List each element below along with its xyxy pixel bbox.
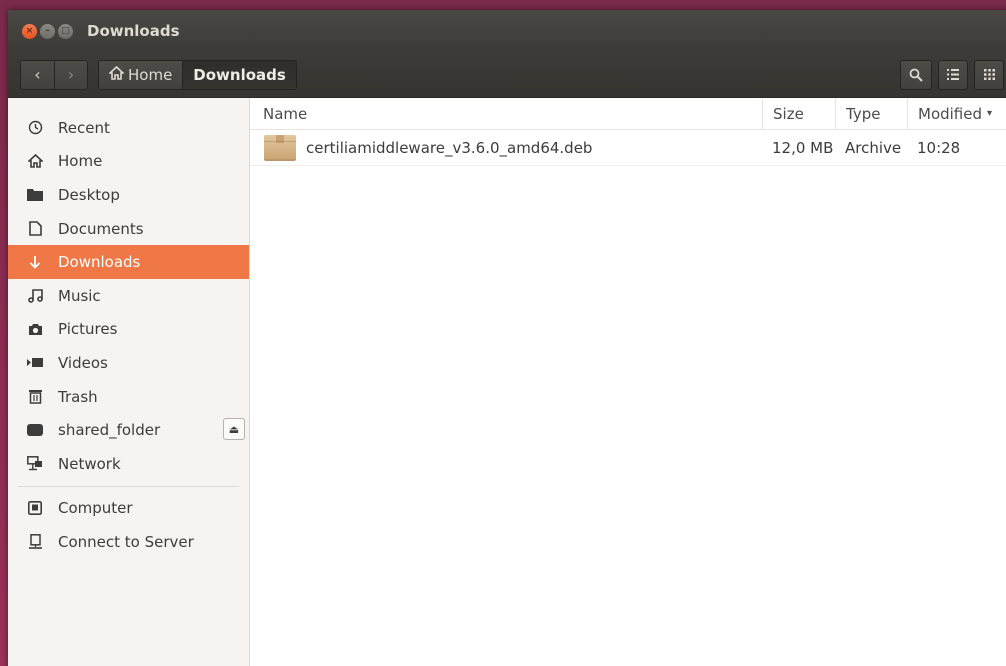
column-header-name[interactable]: Name bbox=[250, 98, 762, 129]
toolbar: ‹ › Home Downloads bbox=[8, 52, 1006, 98]
file-name: certiliamiddleware_v3.6.0_amd64.deb bbox=[306, 138, 593, 157]
column-header-modified[interactable]: Modified ▾ bbox=[907, 98, 1006, 129]
column-header-label: Name bbox=[263, 104, 308, 123]
file-type-cell: Archive bbox=[835, 130, 907, 165]
toolbar-actions bbox=[900, 59, 1004, 90]
sidebar-item-trash[interactable]: Trash bbox=[8, 380, 249, 414]
file-name-cell: certiliamiddleware_v3.6.0_amd64.deb bbox=[250, 130, 762, 165]
forward-button[interactable]: › bbox=[54, 60, 87, 89]
list-view-button[interactable] bbox=[938, 59, 968, 90]
breadcrumb-home[interactable]: Home bbox=[99, 60, 183, 89]
chevron-right-icon: › bbox=[67, 65, 75, 84]
column-header-row: Name Size Type Modified ▾ bbox=[250, 98, 1006, 130]
search-button[interactable] bbox=[900, 59, 932, 90]
sidebar-item-network[interactable]: Network bbox=[8, 447, 249, 481]
sidebar-item-computer[interactable]: Computer bbox=[8, 492, 249, 526]
sidebar-item-label: Computer bbox=[58, 499, 133, 518]
drive-icon bbox=[26, 424, 44, 437]
chevron-left-icon: ‹ bbox=[34, 65, 41, 84]
breadcrumb-home-label: Home bbox=[128, 65, 173, 84]
breadcrumb: Home Downloads bbox=[98, 59, 297, 90]
column-header-label: Type bbox=[846, 104, 881, 123]
sidebar-item-label: Music bbox=[58, 286, 101, 305]
sidebar-item-label: Documents bbox=[58, 219, 144, 238]
breadcrumb-downloads[interactable]: Downloads bbox=[182, 60, 296, 89]
sidebar-item-label: Connect to Server bbox=[58, 532, 194, 551]
eject-icon: ⏏ bbox=[228, 422, 240, 436]
file-modified-cell: 10:28 bbox=[907, 130, 1006, 165]
file-list-view[interactable]: Name Size Type Modified ▾ certiliamiddle… bbox=[250, 98, 1006, 666]
sidebar-item-desktop[interactable]: Desktop bbox=[8, 178, 249, 212]
breadcrumb-downloads-label: Downloads bbox=[193, 65, 286, 84]
home-icon bbox=[107, 65, 126, 84]
download-icon bbox=[26, 255, 44, 270]
file-size: 12,0 MB bbox=[772, 138, 834, 157]
column-header-type[interactable]: Type bbox=[835, 98, 907, 129]
column-header-label: Size bbox=[773, 104, 804, 123]
eject-button[interactable]: ⏏ bbox=[223, 418, 245, 441]
sidebar-item-label: Network bbox=[58, 454, 121, 473]
sidebar-item-videos[interactable]: Videos bbox=[8, 346, 249, 380]
home-icon bbox=[26, 154, 44, 169]
minimize-window-button[interactable]: – bbox=[40, 23, 55, 39]
sidebar-item-documents[interactable]: Documents bbox=[8, 212, 249, 246]
sidebar-separator bbox=[18, 485, 239, 487]
list-view-icon bbox=[947, 69, 959, 80]
history-navigation: ‹ › bbox=[20, 59, 88, 90]
sidebar-item-connect-to-server[interactable]: Connect to Server bbox=[8, 525, 249, 559]
package-icon bbox=[264, 134, 296, 161]
sidebar-item-label: Recent bbox=[58, 118, 110, 137]
sidebar-item-label: Home bbox=[58, 152, 103, 171]
folder-icon bbox=[26, 188, 44, 202]
window-title: Downloads bbox=[87, 22, 180, 40]
file-modified: 10:28 bbox=[917, 138, 961, 157]
sidebar-item-label: Trash bbox=[58, 387, 98, 406]
sidebar-item-recent[interactable]: Recent bbox=[8, 111, 249, 145]
sidebar-item-home[interactable]: Home bbox=[8, 145, 249, 179]
grid-view-button[interactable] bbox=[974, 59, 1004, 90]
sidebar-item-label: Pictures bbox=[58, 320, 118, 339]
file-size-cell: 12,0 MB bbox=[762, 130, 835, 165]
window-controls: × – □ bbox=[22, 23, 73, 39]
file-manager-window: × – □ Downloads ‹ › Home Downloads Recen… bbox=[8, 10, 1006, 666]
column-header-label: Modified bbox=[918, 104, 983, 123]
sidebar-item-label: Videos bbox=[58, 353, 108, 372]
sort-descending-icon: ▾ bbox=[987, 108, 993, 119]
server-icon bbox=[26, 534, 44, 550]
places-sidebar: Recent Home Desktop Documents Downloads bbox=[8, 98, 250, 666]
close-window-button[interactable]: × bbox=[22, 23, 37, 39]
camera-icon bbox=[26, 323, 44, 336]
maximize-window-button[interactable]: □ bbox=[58, 23, 73, 39]
computer-icon bbox=[26, 501, 44, 516]
back-button[interactable]: ‹ bbox=[21, 60, 54, 89]
sidebar-item-label: Downloads bbox=[58, 253, 141, 272]
sidebar-item-downloads[interactable]: Downloads bbox=[8, 245, 249, 279]
title-bar[interactable]: × – □ Downloads bbox=[8, 10, 1006, 52]
column-header-size[interactable]: Size bbox=[762, 98, 835, 129]
sidebar-item-shared-folder[interactable]: shared_folder ⏏ bbox=[8, 413, 249, 447]
sidebar-item-label: shared_folder bbox=[58, 421, 161, 440]
document-icon bbox=[26, 221, 44, 236]
file-type: Archive bbox=[845, 138, 902, 157]
trash-icon bbox=[26, 389, 44, 404]
video-icon bbox=[26, 357, 44, 368]
sidebar-item-music[interactable]: Music bbox=[8, 279, 249, 313]
music-icon bbox=[26, 288, 44, 304]
network-icon bbox=[26, 456, 44, 471]
file-row[interactable]: certiliamiddleware_v3.6.0_amd64.deb 12,0… bbox=[250, 130, 1006, 166]
sidebar-item-label: Desktop bbox=[58, 185, 120, 204]
search-icon bbox=[909, 68, 923, 82]
grid-view-icon bbox=[983, 69, 995, 80]
clock-icon bbox=[26, 120, 44, 135]
sidebar-item-pictures[interactable]: Pictures bbox=[8, 313, 249, 347]
